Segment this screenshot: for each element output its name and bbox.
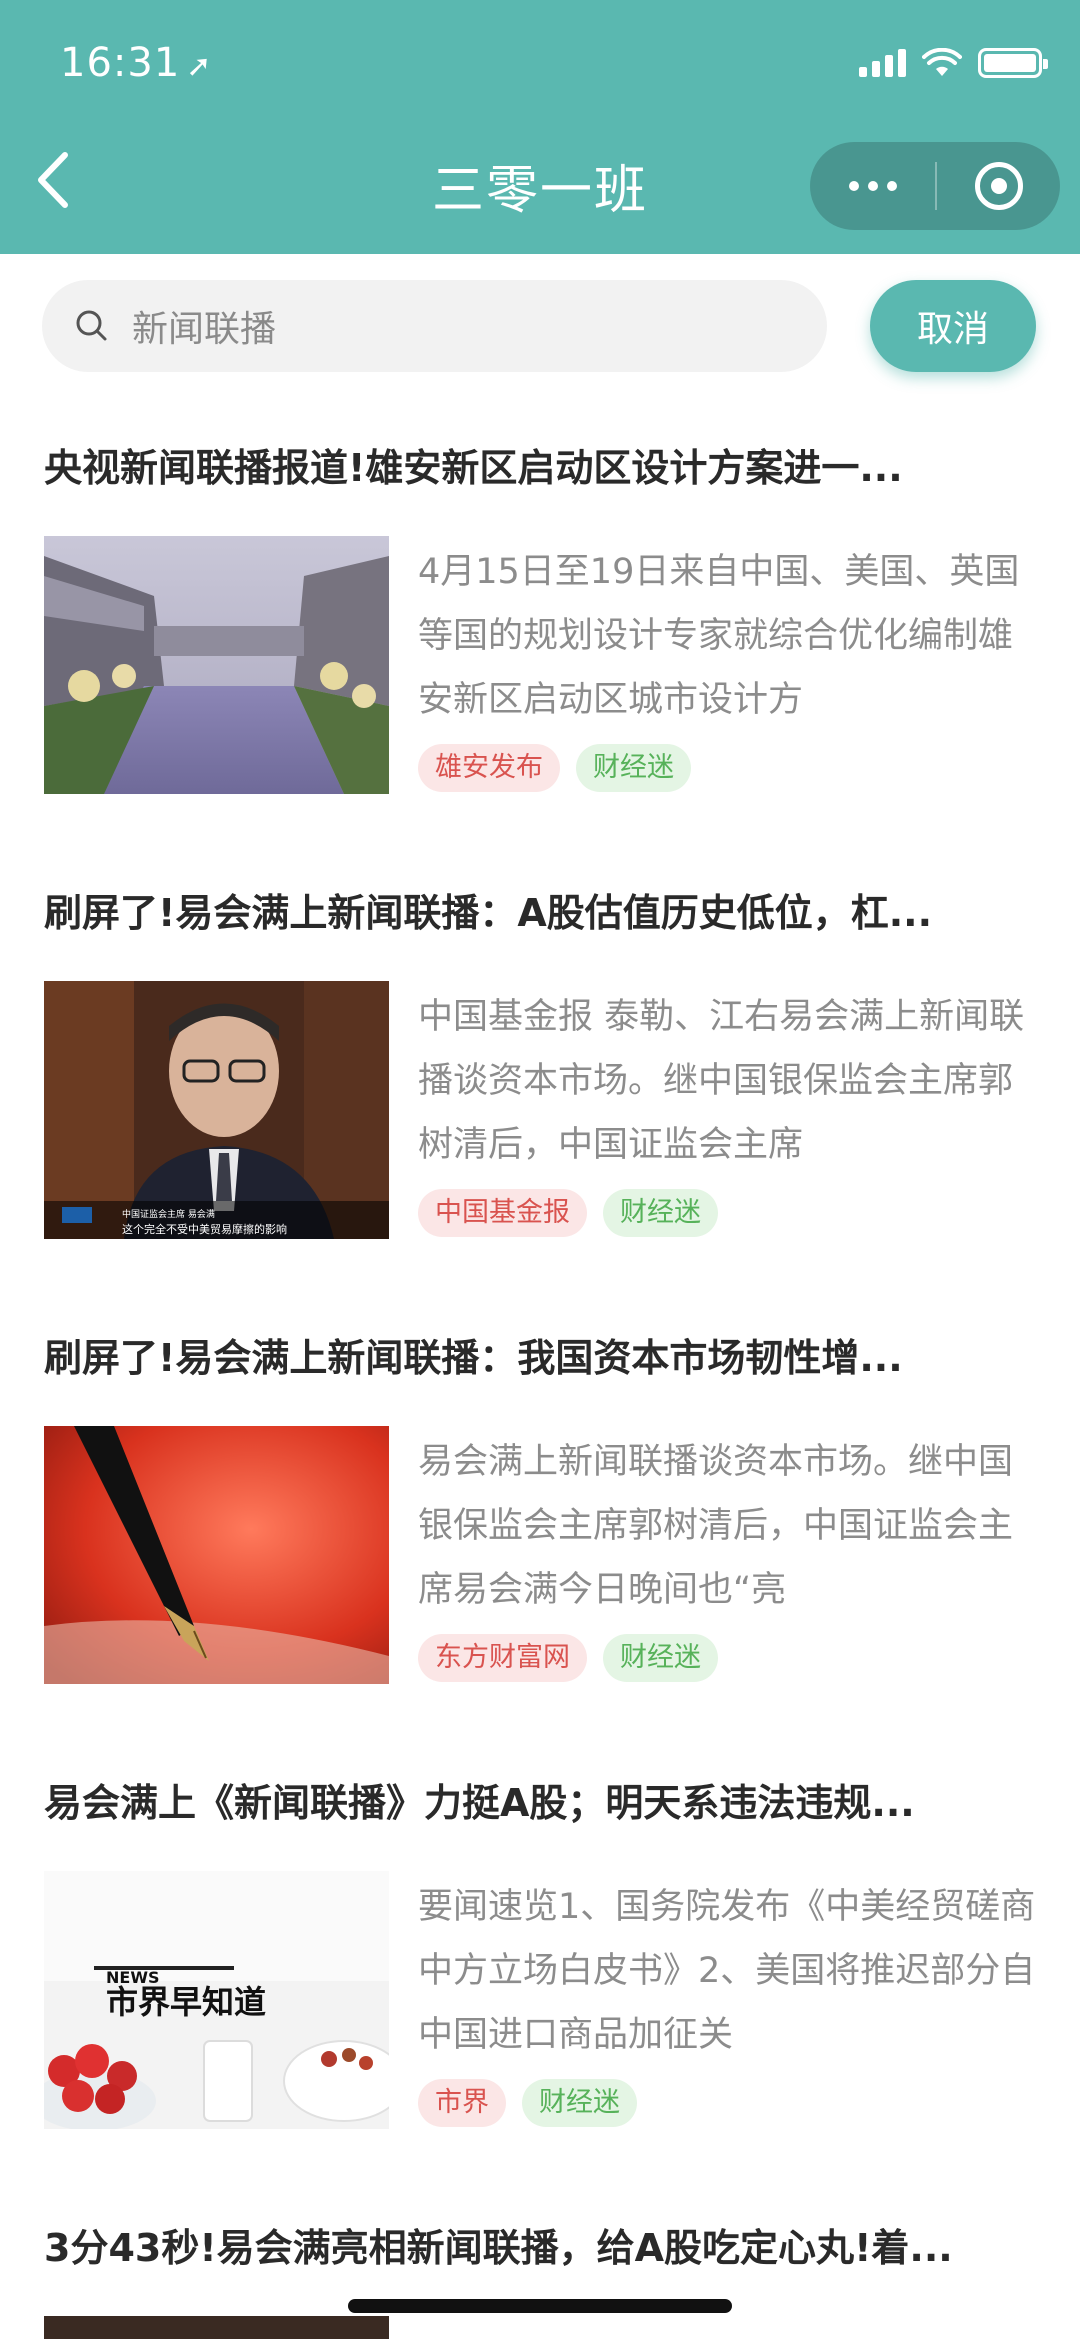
article-tags: 东方财富网 财经迷 [418, 1634, 718, 1682]
wifi-icon [922, 48, 962, 76]
search-input[interactable] [132, 305, 782, 347]
source-tag: 中国基金报 [418, 1189, 587, 1237]
article-title: 3分43秒!易会满亮相新闻联播，给A股吃定心丸!着... [44, 2226, 953, 2270]
image-caption-quote: 这个完全不受中美贸易摩擦的影响 [122, 1222, 287, 1236]
home-indicator[interactable] [348, 2299, 732, 2313]
image-caption-brand: 市界早知道 [106, 1983, 266, 2021]
article-tags: 雄安发布 财经迷 [418, 744, 691, 792]
article-title: 刷屏了!易会满上新闻联播：A股估值历史低位，杠... [44, 891, 933, 935]
search-bar[interactable] [42, 280, 827, 372]
article-thumbnail [44, 2316, 389, 2339]
more-button[interactable] [810, 142, 935, 230]
news-interview-image: 中国证监会主席 易会满 这个完全不受中美贸易摩擦的影响 [44, 981, 389, 1239]
source-tag: 雄安发布 [418, 744, 560, 792]
article-thumbnail [44, 1426, 389, 1684]
article-title: 易会满上《新闻联播》力挺A股；明天系违法违规... [44, 1781, 915, 1825]
target-circle-icon [974, 162, 1023, 210]
fountain-pen-image [44, 1426, 389, 1684]
architecture-render-image [44, 536, 389, 794]
article-tags: 市界 财经迷 [418, 2079, 637, 2127]
category-tag: 财经迷 [603, 1189, 718, 1237]
cellular-signal-icon [859, 49, 906, 77]
article-thumbnail: 中国证监会主席 易会满 这个完全不受中美贸易摩擦的影响 [44, 981, 389, 1239]
cancel-button[interactable]: 取消 [870, 280, 1036, 372]
article-title: 刷屏了!易会满上新闻联播：我国资本市场韧性增... [44, 1336, 903, 1380]
miniprogram-capsule [810, 142, 1060, 230]
status-time: 16:31 ➚ [60, 40, 213, 86]
battery-icon [978, 48, 1048, 78]
close-miniprogram-button[interactable] [937, 142, 1060, 230]
article-title: 央视新闻联播报道!雄安新区启动区设计方案进一... [44, 446, 903, 490]
breakfast-news-image: NEWS 市界早知道 [44, 1871, 389, 2129]
source-tag: 市界 [418, 2079, 506, 2127]
article-thumbnail: NEWS 市界早知道 [44, 1871, 389, 2129]
navigation-header: 16:31 ➚ 三零一班 [0, 0, 1080, 254]
status-icons [859, 48, 1048, 78]
article-tags: 中国基金报 财经迷 [418, 1189, 718, 1237]
article-summary: 中国基金报 泰勒、江右易会满上新闻联播谈资本市场。继中国银保监会主席郭树清后，中… [418, 997, 1025, 1165]
category-tag: 财经迷 [576, 744, 691, 792]
article-summary: 要闻速览1、国务院发布《中美经贸磋商中方立场白皮书》2、美国将推迟部分自中国进口… [418, 1887, 1036, 2055]
source-tag: 东方财富网 [418, 1634, 587, 1682]
search-icon [76, 310, 107, 341]
article-summary: 4月15日至19日来自中国、美国、英国等国的规划设计专家就综合优化编制雄安新区启… [418, 552, 1020, 720]
category-tag: 财经迷 [603, 1634, 718, 1682]
article-thumbnail [44, 536, 389, 794]
location-arrow-icon: ➚ [186, 49, 213, 84]
more-dots-icon [848, 181, 859, 191]
image-caption-name: 中国证监会主席 易会满 [122, 1208, 215, 1220]
category-tag: 财经迷 [522, 2079, 637, 2127]
article-summary: 易会满上新闻联播谈资本市场。继中国银保监会主席郭树清后，中国证监会主席易会满今日… [418, 1442, 1014, 1610]
